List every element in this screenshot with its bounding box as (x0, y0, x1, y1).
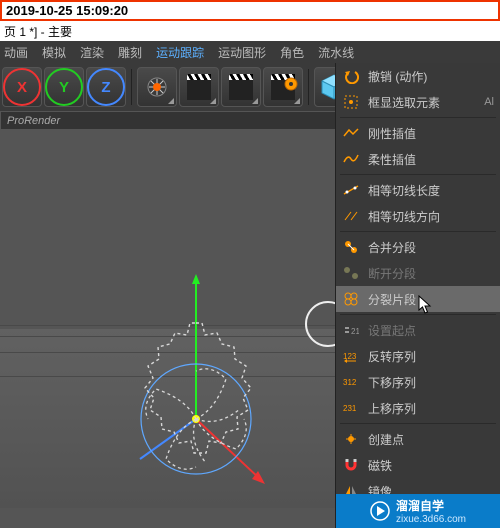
play-icon (370, 501, 390, 521)
menu-create-pt-label: 创建点 (368, 431, 404, 448)
menu-frame-sel-label: 框显选取元素 (368, 94, 440, 111)
menu-set-start[interactable]: 213 设置起点 (336, 317, 500, 343)
break-icon (342, 264, 360, 282)
menu-seq-down-label: 下移序列 (368, 374, 416, 391)
menu-soft[interactable]: 柔性插值 (336, 146, 500, 172)
magnet-icon (342, 456, 360, 474)
clapper-icon (187, 74, 211, 100)
menu-reverse[interactable]: 123 反转序列 (336, 343, 500, 369)
render-pv-button[interactable] (179, 67, 219, 107)
window-title-text: 页 1 *] - 主要 (4, 23, 72, 40)
axis-z-button[interactable]: Z (86, 67, 126, 107)
clapper-green-icon (271, 74, 295, 100)
frame-icon (342, 93, 360, 111)
menu-eq-len-label: 相等切线长度 (368, 182, 440, 199)
menu-tracking[interactable]: 运动跟踪 (156, 44, 204, 61)
split-icon (342, 290, 360, 308)
svg-text:213: 213 (351, 327, 359, 336)
menubar: 动画 模拟 渲染 雕刻 运动跟踪 运动图形 角色 流水线 (0, 41, 500, 63)
sequp-icon: 231 (342, 399, 360, 417)
menu-frame-sel[interactable]: 框显选取元素 Al (336, 89, 500, 115)
watermark: 溜溜自学 zixue.3d66.com (336, 494, 500, 528)
setstart-icon: 213 (342, 321, 360, 339)
menu-seq-up-label: 上移序列 (368, 400, 416, 417)
menu-eq-dir[interactable]: 相等切线方向 (336, 203, 500, 229)
y-icon: Y (45, 68, 83, 106)
menu-eq-len[interactable]: 相等切线长度 (336, 177, 500, 203)
menu-set-start-label: 设置起点 (368, 322, 416, 339)
menu-seq-down[interactable]: 312 下移序列 (336, 369, 500, 395)
menu-render[interactable]: 渲染 (80, 44, 104, 61)
menu-undo[interactable]: 撤销 (动作) (336, 63, 500, 89)
context-menu-panel: 撤销 (动作) 框显选取元素 Al 刚性插值 柔性插值 相等切线长度 相等切线方… (335, 63, 500, 528)
menu-sep-2 (340, 174, 496, 175)
menu-seq-up[interactable]: 231 上移序列 (336, 395, 500, 421)
engine-text: ProRender (7, 115, 60, 127)
timestamp-text: 2019-10-25 15:09:20 (6, 3, 128, 18)
menu-merge-seg-label: 合并分段 (368, 239, 416, 256)
menu-sep-1 (340, 117, 496, 118)
viewport-3d[interactable] (0, 129, 336, 528)
axis-x-button[interactable]: X (2, 67, 42, 107)
viewport-content (0, 129, 336, 528)
clapper-red-icon (229, 74, 253, 100)
svg-text:123: 123 (343, 352, 357, 361)
menu-soft-label: 柔性插值 (368, 151, 416, 168)
menu-magnet[interactable]: 磁铁 (336, 452, 500, 478)
svg-text:312: 312 (343, 378, 357, 387)
window-titlebar: 页 1 *] - 主要 (0, 21, 500, 42)
soft-icon (342, 150, 360, 168)
menu-frame-sel-kbd: Al (484, 96, 494, 108)
menu-break-seg-label: 断开分段 (368, 265, 416, 282)
viewport-engine-label: ProRender (0, 111, 336, 131)
render-icon (144, 74, 170, 100)
menu-split-seg-label: 分裂片段 (368, 291, 416, 308)
z-icon: Z (87, 68, 125, 106)
menu-pipeline[interactable]: 流水线 (318, 44, 354, 61)
menu-rigid[interactable]: 刚性插值 (336, 120, 500, 146)
svg-text:231: 231 (343, 404, 357, 413)
rigid-icon (342, 124, 360, 142)
menu-undo-label: 撤销 (动作) (368, 68, 427, 85)
x-icon: X (3, 68, 41, 106)
menu-eq-dir-label: 相等切线方向 (368, 208, 440, 225)
merge-icon (342, 238, 360, 256)
toolbar-sep-1 (131, 69, 132, 105)
creatept-icon (342, 430, 360, 448)
menu-character[interactable]: 角色 (280, 44, 304, 61)
menu-split-seg[interactable]: 分裂片段 (336, 286, 500, 312)
menu-sculpt[interactable]: 雕刻 (118, 44, 142, 61)
reverse-icon: 123 (342, 347, 360, 365)
seqdown-icon: 312 (342, 373, 360, 391)
menu-sep-3 (340, 231, 496, 232)
timestamp-bar: 2019-10-25 15:09:20 (0, 0, 500, 21)
menu-mograph[interactable]: 运动图形 (218, 44, 266, 61)
menu-reverse-label: 反转序列 (368, 348, 416, 365)
eq-dir-icon (342, 207, 360, 225)
menu-break-seg[interactable]: 断开分段 (336, 260, 500, 286)
menu-anim[interactable]: 动画 (4, 44, 28, 61)
axis-y-button[interactable]: Y (44, 67, 84, 107)
watermark-brand: 溜溜自学 (396, 497, 466, 514)
menu-sim[interactable]: 模拟 (42, 44, 66, 61)
render-queue-button[interactable] (221, 67, 261, 107)
nav-widget[interactable] (292, 294, 336, 354)
gear-icon (283, 76, 307, 96)
eq-len-icon (342, 181, 360, 199)
menu-sep-5 (340, 423, 496, 424)
undo-icon (342, 67, 360, 85)
menu-rigid-label: 刚性插值 (368, 125, 416, 142)
menu-sep-4 (340, 314, 496, 315)
menu-magnet-label: 磁铁 (368, 457, 392, 474)
toolbar-sep-2 (308, 69, 309, 105)
render-settings-button[interactable] (263, 67, 303, 107)
menu-merge-seg[interactable]: 合并分段 (336, 234, 500, 260)
render-button[interactable] (137, 67, 177, 107)
watermark-url: zixue.3d66.com (396, 514, 466, 525)
menu-create-pt[interactable]: 创建点 (336, 426, 500, 452)
